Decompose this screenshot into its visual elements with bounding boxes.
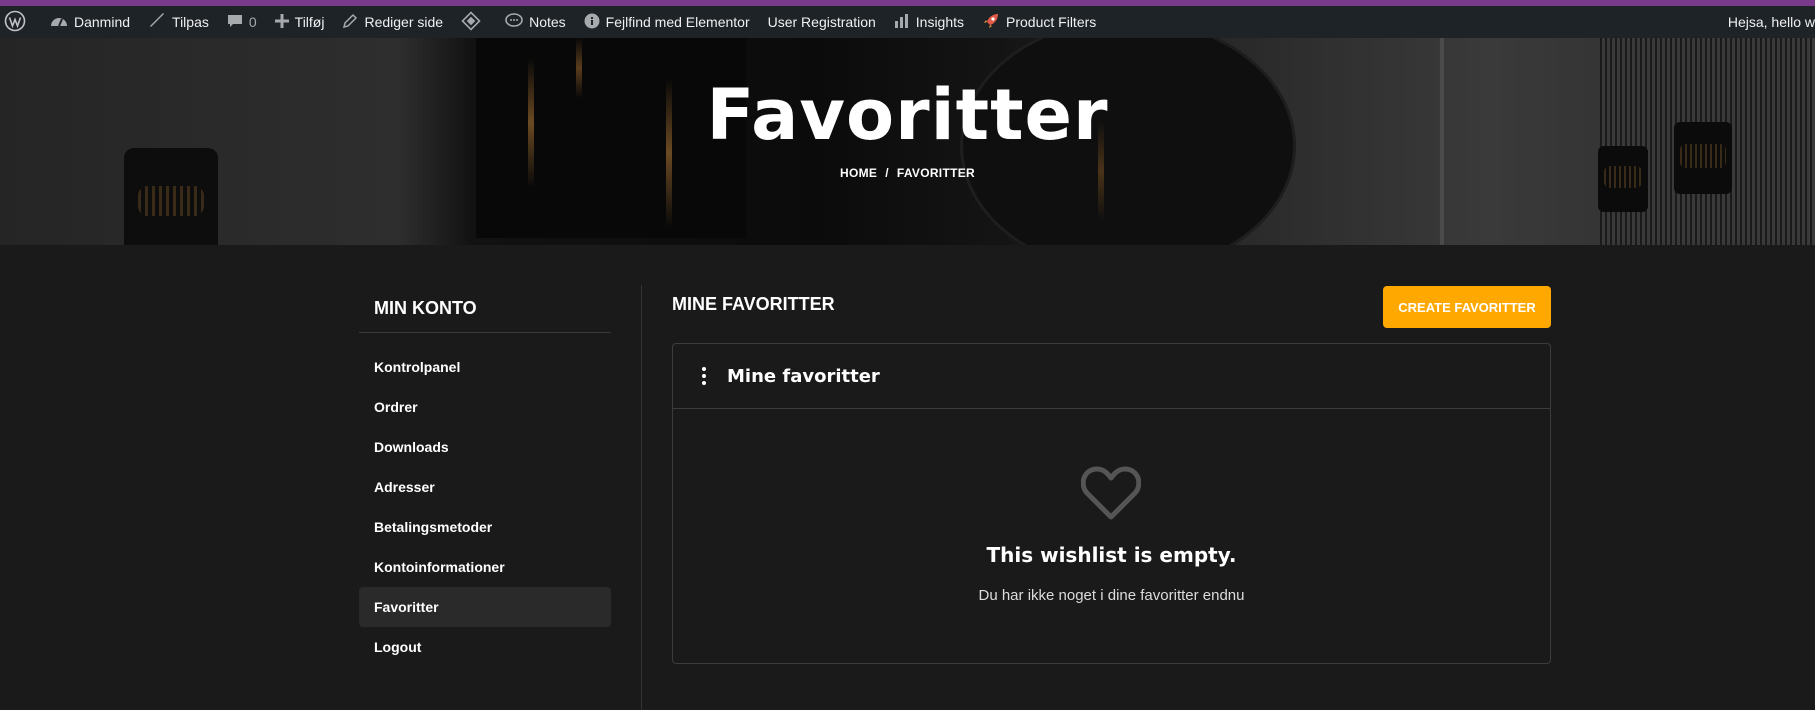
comment-icon — [227, 13, 249, 32]
customize-link[interactable]: Tilpas — [139, 6, 218, 38]
debug-elementor-link[interactable]: Fejlfind med Elementor — [575, 6, 759, 38]
comments-link[interactable]: 0 — [218, 6, 266, 38]
sidebar-item-betalingsmetoder[interactable]: Betalingsmetoder — [359, 507, 611, 547]
user-registration-link[interactable]: User Registration — [759, 6, 885, 38]
sidebar-item-adresser[interactable]: Adresser — [359, 467, 611, 507]
wishlist-card: Mine favoritter This wishlist is empty. … — [672, 343, 1551, 664]
greeting-label: Hejsa, hello w — [1727, 14, 1815, 30]
site-name-label: Danmind — [74, 14, 131, 30]
account-navigation: Kontrolpanel Ordrer Downloads Adresser B… — [359, 347, 611, 667]
create-favoritter-button[interactable]: CREATE FAVORITTER — [1383, 286, 1551, 328]
sidebar-item-favoritter[interactable]: Favoritter — [359, 587, 611, 627]
dashboard-icon — [50, 13, 74, 32]
heart-icon — [1080, 465, 1142, 526]
content-divider — [641, 285, 642, 710]
notes-icon — [505, 12, 529, 32]
wishlist-name: Mine favoritter — [727, 365, 880, 387]
breadcrumb-separator: / — [885, 166, 889, 180]
my-account-menu[interactable]: Hejsa, hello w — [1728, 6, 1815, 38]
sidebar-item-kontoinformationer[interactable]: Kontoinformationer — [359, 547, 611, 587]
bar-chart-icon — [894, 13, 916, 32]
rocket-icon — [982, 12, 1006, 33]
sidebar-item-downloads[interactable]: Downloads — [359, 427, 611, 467]
wishlist-header: Mine favoritter — [673, 344, 1550, 409]
diamond-plugin-menu[interactable] — [452, 6, 496, 38]
breadcrumb-current: FAVORITTER — [896, 166, 975, 180]
edit-page-label: Rediger side — [364, 14, 444, 30]
sidebar-item-ordrer[interactable]: Ordrer — [359, 387, 611, 427]
sidebar-title: MIN KONTO — [359, 285, 611, 333]
product-filters-label: Product Filters — [1006, 14, 1097, 30]
empty-wishlist-title: This wishlist is empty. — [986, 543, 1237, 567]
wordpress-menu[interactable] — [0, 6, 41, 38]
product-filters-link[interactable]: Product Filters — [973, 6, 1105, 38]
edit-page-link[interactable]: Rediger side — [333, 6, 452, 38]
breadcrumb-home-link[interactable]: HOME — [840, 166, 877, 180]
account-sidebar: MIN KONTO Kontrolpanel Ordrer Downloads … — [359, 285, 611, 667]
debug-elementor-label: Fejlfind med Elementor — [605, 14, 750, 30]
comments-count: 0 — [248, 14, 257, 30]
hero-lamp-left — [124, 148, 218, 245]
hero-banner: Favoritter HOME / FAVORITTER — [0, 38, 1815, 245]
new-content-menu[interactable]: Tilføj — [266, 6, 334, 38]
user-registration-label: User Registration — [767, 14, 876, 30]
empty-wishlist-text: Du har ikke noget i dine favoritter endn… — [978, 587, 1245, 604]
sidebar-item-logout[interactable]: Logout — [359, 627, 611, 667]
diamond-icon — [461, 10, 487, 34]
kebab-menu-icon[interactable] — [697, 365, 711, 387]
admin-bar: Danmind Tilpas 0 Tilføj Rediger side Not… — [0, 6, 1815, 38]
customize-label: Tilpas — [172, 14, 209, 30]
notes-link[interactable]: Notes — [496, 6, 575, 38]
info-icon — [584, 13, 606, 32]
notes-label: Notes — [529, 14, 566, 30]
sidebar-item-kontrolpanel[interactable]: Kontrolpanel — [359, 347, 611, 387]
page-title: Favoritter — [706, 74, 1109, 156]
pencil-icon — [342, 13, 364, 32]
wishlist-body: This wishlist is empty. Du har ikke noge… — [673, 409, 1550, 663]
section-title: MINE FAVORITTER — [672, 294, 835, 314]
insights-label: Insights — [915, 14, 965, 30]
wordpress-icon — [4, 10, 32, 35]
new-content-label: Tilføj — [294, 14, 325, 30]
site-name-menu[interactable]: Danmind — [41, 6, 139, 38]
breadcrumb: HOME / FAVORITTER — [0, 166, 1815, 180]
insights-link[interactable]: Insights — [885, 6, 973, 38]
plus-icon — [274, 13, 295, 31]
brush-icon — [148, 12, 172, 33]
